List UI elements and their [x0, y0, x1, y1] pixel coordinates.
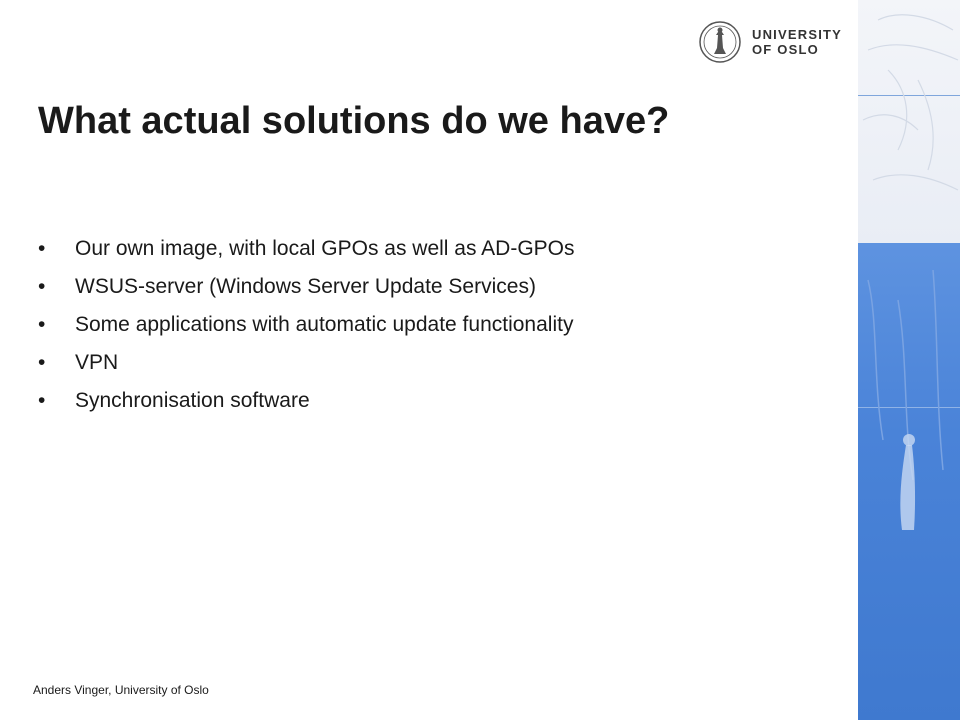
bullet-list: • Our own image, with local GPOs as well…: [38, 230, 838, 420]
university-name: UNIVERSITY OF OSLO: [752, 27, 842, 57]
list-item: • VPN: [38, 344, 838, 382]
bullet-dot: •: [38, 313, 46, 336]
bullet-text: WSUS-server (Windows Server Update Servi…: [75, 275, 536, 298]
bullet-dot: •: [38, 237, 46, 260]
slide-title: What actual solutions do we have?: [38, 100, 670, 142]
bullet-text: Synchronisation software: [75, 389, 310, 412]
logo-line-2: OF OSLO: [752, 42, 819, 57]
university-seal-icon: [699, 21, 741, 63]
list-item: • Some applications with automatic updat…: [38, 306, 838, 344]
side-decoration-panel: [858, 0, 960, 720]
statue-illustration-icon: [862, 14, 959, 530]
bullet-dot: •: [38, 389, 46, 412]
bullet-dot: •: [38, 351, 46, 374]
footer-author: Anders Vinger, University of Oslo: [33, 683, 209, 697]
bullet-dot: •: [38, 275, 46, 298]
list-item: • WSUS-server (Windows Server Update Ser…: [38, 268, 838, 306]
bullet-text: VPN: [75, 351, 119, 374]
list-item: • Synchronisation software: [38, 382, 838, 420]
university-logo: UNIVERSITY OF OSLO: [698, 20, 842, 64]
bullet-text: Our own image, with local GPOs as well a…: [75, 237, 575, 260]
logo-line-1: UNIVERSITY: [752, 27, 843, 42]
slide: UNIVERSITY OF OSLO What actual solutions…: [0, 0, 960, 720]
list-item: • Our own image, with local GPOs as well…: [38, 230, 838, 268]
bullet-text: Some applications with automatic update …: [75, 313, 574, 336]
